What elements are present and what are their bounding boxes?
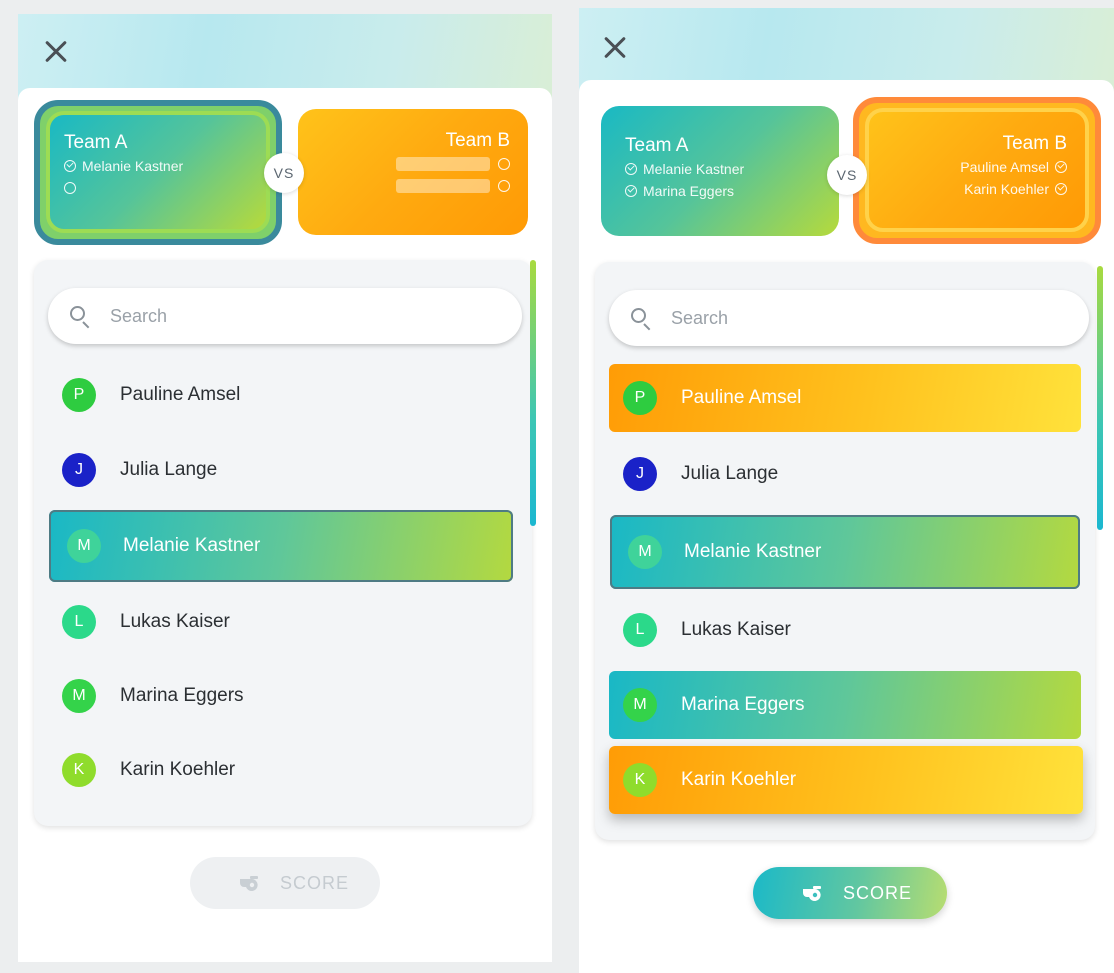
team-b-slot-2 <box>316 175 510 197</box>
avatar: L <box>62 605 96 639</box>
team-b-name: Team B <box>1002 133 1067 154</box>
check-circle-icon <box>1055 183 1067 195</box>
player-row-pauline[interactable]: P Pauline Amsel <box>48 361 514 429</box>
player-row-melanie[interactable]: M Melanie Kastner <box>610 515 1080 589</box>
avatar: M <box>628 535 662 569</box>
search-bar <box>609 290 1089 346</box>
player-name: Lukas Kaiser <box>120 611 230 632</box>
score-button[interactable]: SCORE <box>190 857 380 909</box>
placeholder-bar <box>396 179 490 193</box>
avatar: L <box>623 613 657 647</box>
player-name: Pauline Amsel <box>681 387 802 408</box>
team-a-name: Team A <box>64 132 128 153</box>
whistle-icon <box>240 876 258 891</box>
team-a-member-1: Melanie Kastner <box>64 155 252 177</box>
player-name: Marina Eggers <box>120 685 244 706</box>
scrollbar-thumb[interactable] <box>530 260 536 526</box>
vs-badge: VS <box>264 153 304 193</box>
player-row-julia[interactable]: J Julia Lange <box>48 436 514 504</box>
search-input[interactable] <box>110 288 490 344</box>
player-row-karin[interactable]: K Karin Koehler <box>48 736 514 804</box>
check-circle-icon <box>625 163 637 175</box>
team-b-card[interactable]: Team B <box>298 109 528 235</box>
team-b-name: Team B <box>445 130 510 151</box>
player-row-lukas[interactable]: L Lukas Kaiser <box>609 596 1081 664</box>
search-bar <box>48 288 522 344</box>
player-name: Karin Koehler <box>120 759 236 780</box>
score-button-label: SCORE <box>843 883 913 903</box>
avatar: P <box>623 381 657 415</box>
close-icon[interactable] <box>599 32 631 64</box>
team-a-card[interactable]: Team A Melanie Kastner Marina Eggers <box>601 106 839 236</box>
search-input[interactable] <box>671 290 1051 346</box>
scrollbar-thumb[interactable] <box>1097 266 1103 530</box>
avatar: K <box>62 753 96 787</box>
player-row-julia[interactable]: J Julia Lange <box>609 440 1081 508</box>
empty-circle-icon <box>498 158 510 170</box>
search-icon <box>631 308 646 323</box>
player-name: Lukas Kaiser <box>681 619 791 640</box>
player-name: Marina Eggers <box>681 694 805 715</box>
team-b-card[interactable]: Team B Pauline Amsel Karin Koehler <box>865 108 1089 232</box>
check-circle-icon <box>1055 161 1067 173</box>
avatar: P <box>62 378 96 412</box>
team-a-card[interactable]: Team A Melanie Kastner <box>46 111 270 233</box>
player-name: Karin Koehler <box>681 769 797 790</box>
player-row-marina[interactable]: M Marina Eggers <box>48 662 514 730</box>
avatar: K <box>623 763 657 797</box>
team-b-slot-1 <box>316 153 510 175</box>
player-row-marina[interactable]: M Marina Eggers <box>609 671 1081 739</box>
score-button[interactable]: SCORE <box>753 867 947 919</box>
team-a-member-2: Marina Eggers <box>625 180 815 202</box>
player-name: Pauline Amsel <box>120 384 241 405</box>
player-name: Julia Lange <box>681 463 779 484</box>
player-name: Melanie Kastner <box>123 535 261 556</box>
whistle-icon <box>803 886 821 901</box>
player-row-karin[interactable]: K Karin Koehler <box>609 746 1083 814</box>
player-name: Julia Lange <box>120 459 218 480</box>
team-select-screen-1: Team A Melanie Kastner Team B VS P Pauli… <box>18 14 552 962</box>
empty-circle-icon <box>64 182 76 194</box>
check-circle-icon <box>625 185 637 197</box>
team-a-member-1: Melanie Kastner <box>625 158 815 180</box>
player-row-pauline[interactable]: P Pauline Amsel <box>609 364 1081 432</box>
team-b-member-1: Pauline Amsel <box>887 156 1067 178</box>
empty-circle-icon <box>498 180 510 192</box>
avatar: M <box>623 688 657 722</box>
player-name: Melanie Kastner <box>684 541 822 562</box>
close-icon[interactable] <box>40 36 72 68</box>
score-button-label: SCORE <box>280 873 350 893</box>
team-select-screen-2: Team A Melanie Kastner Marina Eggers Tea… <box>579 8 1114 973</box>
search-icon <box>70 306 85 321</box>
avatar: J <box>62 453 96 487</box>
avatar: J <box>623 457 657 491</box>
avatar: M <box>67 529 101 563</box>
player-row-lukas[interactable]: L Lukas Kaiser <box>48 588 514 656</box>
team-b-member-2: Karin Koehler <box>887 178 1067 200</box>
player-row-melanie[interactable]: M Melanie Kastner <box>49 510 513 582</box>
vs-badge: VS <box>827 155 867 195</box>
check-circle-icon <box>64 160 76 172</box>
avatar: M <box>62 679 96 713</box>
team-a-member-slot-empty <box>64 177 252 199</box>
team-a-name: Team A <box>625 135 689 156</box>
placeholder-bar <box>396 157 490 171</box>
